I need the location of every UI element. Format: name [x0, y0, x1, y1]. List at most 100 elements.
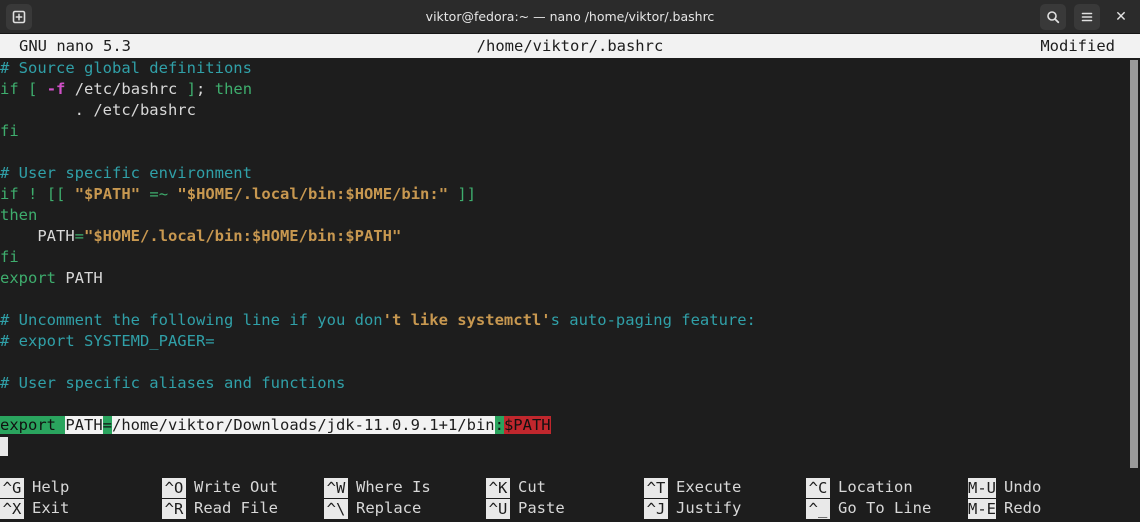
code-segment: "$HOME/.local/bin:$HOME/bin:": [177, 185, 448, 203]
shortcut-item[interactable]: ^CLocation: [806, 477, 968, 498]
code-line[interactable]: fi: [0, 247, 1140, 268]
shortcut-label: Go To Line: [830, 498, 931, 519]
shortcut-item[interactable]: ^OWrite Out: [162, 477, 324, 498]
shortcut-item[interactable]: ^TExecute: [644, 477, 806, 498]
shortcut-item[interactable]: ^RRead File: [162, 498, 324, 519]
code-segment: # Source global definitions: [0, 59, 252, 77]
shortcut-label: Execute: [668, 477, 741, 498]
shortcut-label: Paste: [510, 498, 565, 519]
editor-scrollbar-thumb[interactable]: [1130, 60, 1138, 468]
code-segment: s auto-paging feature:: [551, 311, 756, 329]
shortcut-label: Cut: [510, 477, 546, 498]
shortcut-key: ^T: [644, 478, 668, 498]
shortcut-item[interactable]: ^GHelp: [0, 477, 162, 498]
shortcut-key: ^R: [162, 499, 186, 519]
search-icon: [1046, 10, 1060, 24]
code-line[interactable]: export PATH: [0, 268, 1140, 289]
code-segment: =~: [149, 185, 168, 203]
terminal-window: viktor@fedora:~ — nano /home/viktor/.bas…: [0, 0, 1140, 522]
code-segment: fi: [0, 122, 19, 140]
new-terminal-button[interactable]: [6, 4, 32, 30]
code-segment: then: [0, 206, 37, 224]
shortcut-item[interactable]: M-ERedo: [968, 498, 1128, 519]
shortcut-key: ^U: [486, 499, 510, 519]
code-segment: :: [495, 416, 504, 434]
code-line[interactable]: fi: [0, 121, 1140, 142]
shortcut-key: ^X: [0, 499, 24, 519]
code-segment: "$PATH": [75, 185, 140, 203]
code-segment: !: [28, 185, 37, 203]
shortcut-column: M-UUndoM-ERedo: [968, 474, 1128, 522]
code-segment: [: [28, 80, 37, 98]
code-segment: [19, 80, 28, 98]
code-segment: [[: [47, 185, 66, 203]
code-segment: 't like systemctl': [383, 311, 551, 329]
code-segment: [140, 185, 149, 203]
shortcut-item[interactable]: ^WWhere Is: [324, 477, 486, 498]
code-segment: PATH: [65, 416, 102, 434]
shortcut-item[interactable]: ^KCut: [486, 477, 644, 498]
code-line[interactable]: [0, 142, 1140, 163]
shortcut-column: ^GHelp^XExit: [0, 474, 162, 522]
code-line[interactable]: PATH="$HOME/.local/bin:$HOME/bin:$PATH": [0, 226, 1140, 247]
code-segment: # export SYSTEMD_PAGER=: [0, 332, 215, 350]
code-segment: # User specific environment: [0, 164, 252, 182]
code-line[interactable]: [0, 394, 1140, 415]
shortcut-label: Help: [24, 477, 69, 498]
shortcut-label: Write Out: [186, 477, 278, 498]
close-window-button[interactable]: ✕: [1108, 4, 1134, 30]
shortcut-label: Read File: [186, 498, 278, 519]
window-titlebar: viktor@fedora:~ — nano /home/viktor/.bas…: [0, 0, 1140, 34]
code-line[interactable]: if ! [[ "$PATH" =~ "$HOME/.local/bin:$HO…: [0, 184, 1140, 205]
menu-button[interactable]: [1074, 4, 1100, 30]
shortcut-column: ^WWhere Is^\Replace: [324, 474, 486, 522]
code-line[interactable]: . /etc/bashrc: [0, 100, 1140, 121]
code-segment: ]]: [457, 185, 476, 203]
editor-text-content[interactable]: # Source global definitions if [ -f /etc/…: [0, 58, 1140, 436]
shortcut-label: Redo: [996, 498, 1041, 519]
code-segment: [168, 185, 177, 203]
shortcut-label: Exit: [24, 498, 69, 519]
shortcut-key: M-E: [968, 499, 996, 519]
shortcut-label: Undo: [996, 477, 1041, 498]
code-segment: /home/viktor/Downloads/jdk-11.0.9.1+1/bi…: [112, 416, 495, 434]
shortcut-item[interactable]: ^\Replace: [324, 498, 486, 519]
code-line[interactable]: export PATH=/home/viktor/Downloads/jdk-1…: [0, 415, 1140, 436]
shortcut-item[interactable]: ^UPaste: [486, 498, 644, 519]
code-line[interactable]: [0, 352, 1140, 373]
shortcut-key: ^_: [806, 499, 830, 519]
code-line[interactable]: # Uncomment the following line if you do…: [0, 310, 1140, 331]
shortcut-label: Replace: [348, 498, 421, 519]
code-line[interactable]: # User specific aliases and functions: [0, 373, 1140, 394]
code-line[interactable]: # export SYSTEMD_PAGER=: [0, 331, 1140, 352]
shortcut-column: ^OWrite Out^RRead File: [162, 474, 324, 522]
shortcut-item[interactable]: M-UUndo: [968, 477, 1128, 498]
code-segment: -f: [47, 80, 66, 98]
shortcut-item[interactable]: ^XExit: [0, 498, 162, 519]
code-segment: if: [0, 185, 19, 203]
close-icon: ✕: [1115, 9, 1127, 25]
code-line[interactable]: if [ -f /etc/bashrc ]; then: [0, 79, 1140, 100]
code-segment: fi: [0, 248, 19, 266]
code-segment: [37, 185, 46, 203]
code-line[interactable]: [0, 289, 1140, 310]
shortcut-item[interactable]: ^JJustify: [644, 498, 806, 519]
code-segment: # User specific aliases and functions: [0, 374, 345, 392]
code-segment: =: [103, 416, 112, 434]
shortcut-key: ^W: [324, 478, 348, 498]
shortcut-item[interactable]: ^_Go To Line: [806, 498, 968, 519]
code-segment: # Uncomment the following line if you do…: [0, 311, 383, 329]
window-title: viktor@fedora:~ — nano /home/viktor/.bas…: [0, 9, 1140, 24]
code-segment: if: [0, 80, 19, 98]
code-line[interactable]: then: [0, 205, 1140, 226]
editor-scrollbar-track[interactable]: [1128, 58, 1140, 474]
search-button[interactable]: [1040, 4, 1066, 30]
code-line[interactable]: # User specific environment: [0, 163, 1140, 184]
nano-shortcut-bar: ^GHelp^XExit^OWrite Out^RRead File^WWher…: [0, 474, 1140, 522]
code-segment: [65, 185, 74, 203]
nano-editor-area[interactable]: # Source global definitions if [ -f /etc/…: [0, 58, 1140, 474]
code-segment: then: [215, 80, 252, 98]
code-line[interactable]: # Source global definitions: [0, 58, 1140, 79]
shortcut-key: ^K: [486, 478, 510, 498]
shortcut-key: ^O: [162, 478, 186, 498]
